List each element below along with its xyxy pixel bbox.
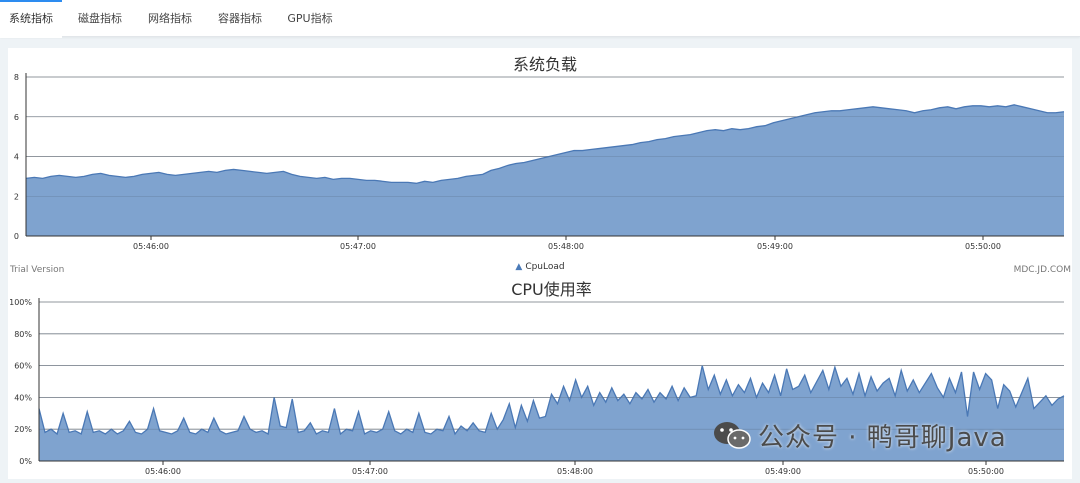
- tab-bar: 系统指标 磁盘指标 网络指标 容器指标 GPU指标: [0, 0, 1080, 38]
- wechat-icon: [714, 422, 751, 449]
- y-tick-label: 2: [14, 192, 19, 201]
- y-tick-label: 0%: [19, 457, 32, 466]
- x-tick-label: 05:50:00: [965, 242, 1001, 251]
- watermark-text: 公众号 · 鸭哥聊Java: [758, 422, 1007, 453]
- x-tick-label: 05:47:00: [340, 242, 376, 251]
- legend-triangle-icon: ▲: [515, 262, 523, 272]
- chart-title: CPU使用率: [511, 280, 592, 299]
- y-tick-label: 4: [14, 153, 19, 162]
- tab-container-metrics[interactable]: 容器指标: [208, 0, 272, 36]
- x-tick-label: 05:49:00: [765, 467, 801, 476]
- series-area: [26, 104, 1064, 236]
- y-tick-label: 100%: [9, 298, 32, 307]
- x-tick-label: 05:48:00: [557, 467, 593, 476]
- chart-legend[interactable]: ▲ CpuLoad: [0, 262, 1080, 272]
- chart-title: 系统负载: [513, 55, 577, 74]
- y-tick-label: 8: [14, 73, 19, 82]
- y-tick-label: 80%: [14, 330, 32, 339]
- tab-gpu-metrics[interactable]: GPU指标: [278, 0, 342, 36]
- y-tick-label: 6: [14, 113, 19, 122]
- tab-system-metrics[interactable]: 系统指标: [0, 0, 62, 38]
- tab-network-metrics[interactable]: 网络指标: [138, 0, 202, 36]
- x-tick-label: 05:48:00: [548, 242, 584, 251]
- y-tick-label: 20%: [14, 425, 32, 434]
- x-tick-label: 05:46:00: [145, 467, 181, 476]
- x-tick-label: 05:47:00: [352, 467, 388, 476]
- y-tick-label: 40%: [14, 393, 32, 402]
- watermark: 公众号 · 鸭哥聊Java: [712, 418, 1007, 453]
- y-tick-label: 60%: [14, 362, 32, 371]
- tab-disk-metrics[interactable]: 磁盘指标: [68, 0, 132, 36]
- x-tick-label: 05:50:00: [968, 467, 1004, 476]
- x-tick-label: 05:46:00: [133, 242, 169, 251]
- x-tick-label: 05:49:00: [757, 242, 793, 251]
- y-tick-label: 0: [14, 232, 19, 241]
- legend-label: CpuLoad: [525, 262, 565, 272]
